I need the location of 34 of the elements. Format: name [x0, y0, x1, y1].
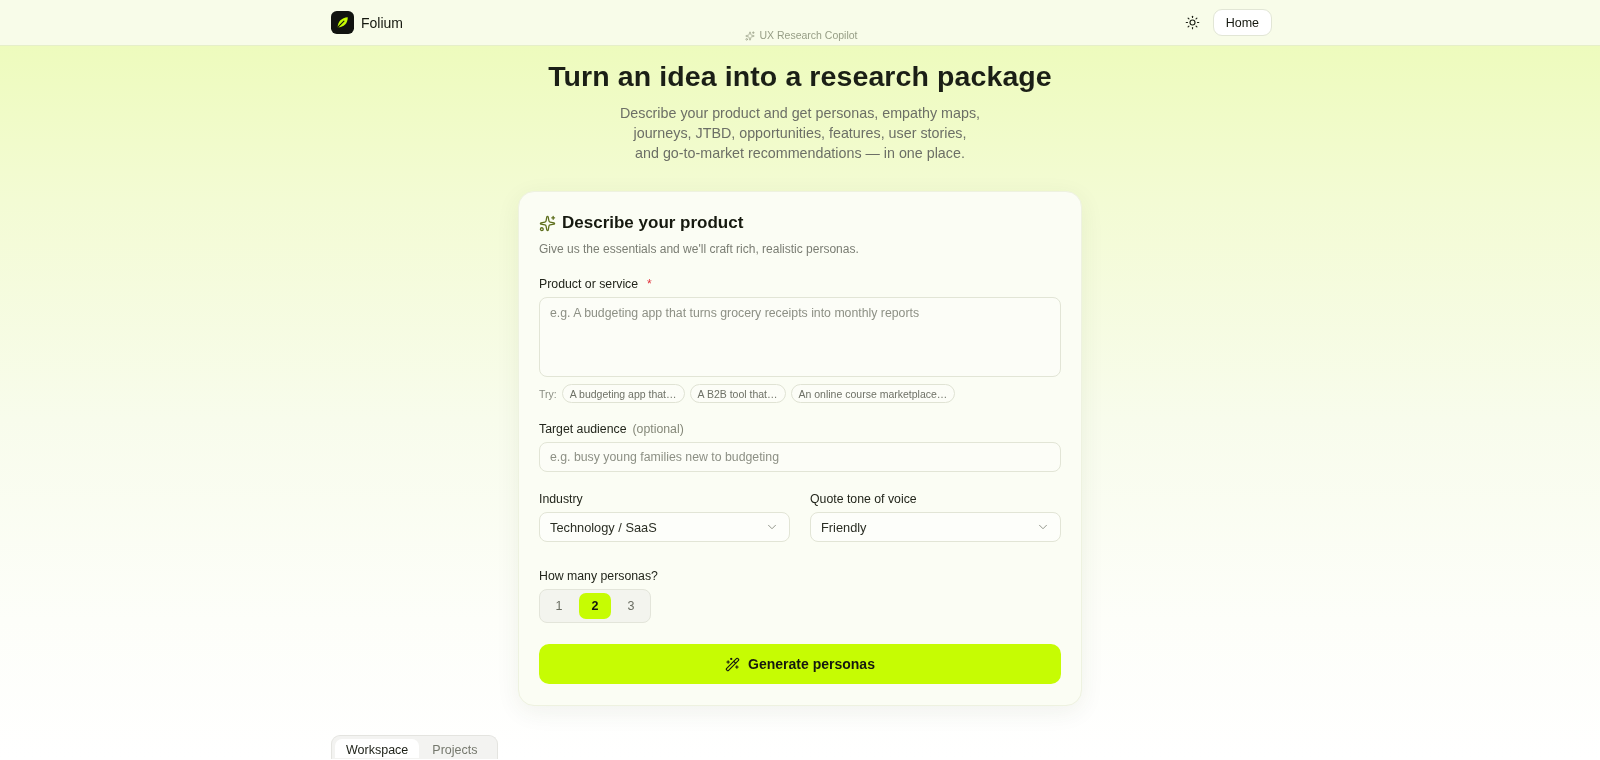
theme-toggle-button[interactable] — [1184, 14, 1201, 31]
page-title: Turn an idea into a research package — [548, 59, 1052, 94]
card-title: Describe your product — [562, 212, 744, 234]
sparkles-icon — [539, 214, 556, 232]
product-textarea[interactable]: e.g. A budgeting app that turns grocery receipts into monthly reports — [539, 297, 1061, 377]
audience-input[interactable]: e.g. busy young families new to budgeting — [539, 442, 1061, 472]
home-button[interactable]: Home — [1212, 9, 1272, 36]
suggestion-chip[interactable]: A B2B tool that… — [689, 384, 786, 403]
leaf-logo-icon — [331, 11, 354, 34]
generate-button[interactable]: Generate personas — [539, 644, 1061, 684]
page-subtitle: Describe your product and get personas, empathy maps, journeys, JTBD, opportunities, features, user stories, and go-to-market recommendations — in one place. — [619, 104, 981, 163]
brand-name: Folium — [361, 14, 403, 31]
magic-wand-icon — [725, 656, 741, 672]
optional-hint: (optional) — [632, 421, 684, 438]
sun-icon — [1185, 15, 1201, 30]
suggestion-chip[interactable]: A budgeting app that… — [561, 384, 685, 403]
required-mark: * — [646, 276, 652, 293]
field-label: Industry — [539, 491, 583, 508]
tab[interactable]: Projects — [421, 739, 489, 758]
field-label: Quote tone of voice — [810, 491, 917, 508]
card-subtitle: Give us the essentials and we'll craft rich, realistic personas. — [539, 241, 860, 258]
suggestion-chip[interactable]: An online course marketplace… — [790, 384, 956, 403]
tab[interactable]: Workspace — [335, 739, 420, 758]
field-label: How many personas? — [539, 568, 658, 585]
field-label: Target audience — [539, 421, 627, 438]
count-option[interactable]: 1 — [543, 593, 575, 619]
eyebrow-text: UX Research Copilot — [759, 29, 858, 42]
sparkles-icon — [745, 30, 756, 41]
count-option[interactable]: 3 — [615, 593, 647, 619]
dropdown-select[interactable]: Technology / SaaS — [539, 512, 790, 542]
try-label: Try: — [539, 387, 557, 400]
field-label: Product or service — [539, 276, 639, 293]
count-option[interactable]: 2 — [579, 593, 611, 619]
dropdown-select[interactable]: Friendly — [810, 512, 1061, 542]
